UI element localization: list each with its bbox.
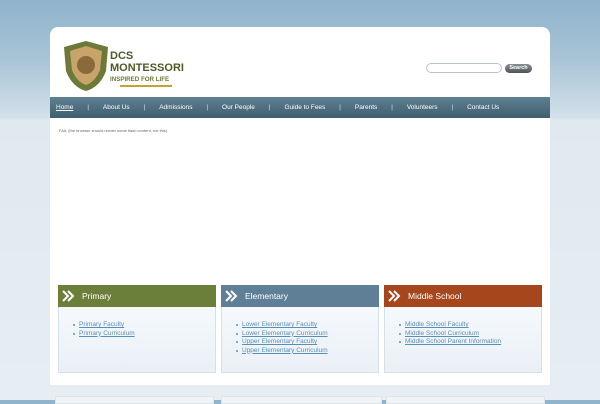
list-item: Lower Elementary Curriculum: [236, 330, 378, 339]
program-box-middle-school: Middle School Middle School Faculty Middle…: [384, 285, 542, 373]
list-item: Middle School Faculty: [399, 321, 541, 330]
program-box-elementary: Elementary Lower Elementary Faculty Lower …: [221, 285, 379, 373]
nav-item-volunteers[interactable]: Volunteers: [407, 104, 438, 111]
program-box-body: Middle School Faculty Middle School Curri…: [384, 307, 542, 373]
nav-separator: |: [143, 104, 146, 111]
program-box-title: Elementary: [245, 291, 288, 301]
program-link[interactable]: Upper Elementary Curriculum: [242, 347, 328, 354]
nav-separator: |: [451, 104, 454, 111]
list-item: Lower Elementary Faculty: [236, 321, 378, 330]
nav-separator: |: [268, 104, 271, 111]
logo-name-line2: MONTESSORI: [110, 62, 184, 74]
footer-strip: [386, 396, 545, 404]
nav-separator: |: [391, 104, 393, 111]
nav-item-about-us[interactable]: About Us: [103, 104, 130, 111]
program-box-header[interactable]: Primary: [58, 285, 216, 307]
main-navigation: Home | About Us | Admissions | Our People | Guid…: [50, 97, 550, 118]
search-button[interactable]: Search: [505, 63, 532, 73]
chevron-right-icon: [62, 290, 75, 302]
program-box-header[interactable]: Middle School: [384, 285, 542, 307]
list-item: Middle School Curriculum: [399, 330, 541, 339]
chevron-right-icon: [225, 290, 238, 302]
nav-item-guide-to-fees[interactable]: Guide to Fees: [284, 104, 325, 111]
nav-item-our-people[interactable]: Our People: [222, 104, 255, 111]
nav-separator: |: [87, 104, 89, 111]
nav-item-admissions[interactable]: Admissions: [159, 104, 192, 111]
footer-strip: [221, 396, 382, 404]
nav-separator: |: [206, 104, 209, 111]
list-item: Middle School Parent Information: [399, 338, 541, 347]
search-bar: Search: [426, 63, 532, 73]
program-box-body: Primary Faculty Primary Curriculum: [58, 307, 216, 373]
nav-separator: |: [339, 104, 341, 111]
nav-item-parents[interactable]: Parents: [355, 104, 377, 111]
program-box-primary: Primary Primary Faculty Primary Curriculum: [58, 285, 216, 373]
footer-strip: [55, 396, 214, 404]
program-link[interactable]: Middle School Parent Information: [405, 338, 501, 345]
list-item: Upper Elementary Faculty: [236, 338, 378, 347]
program-link-list: Middle School Faculty Middle School Curri…: [399, 321, 541, 347]
program-link-list: Lower Elementary Faculty Lower Elementary…: [236, 321, 378, 356]
list-item: Primary Faculty: [73, 321, 215, 330]
logo-name-line1: DCS: [110, 50, 133, 62]
program-link[interactable]: Middle School Faculty: [405, 321, 469, 328]
flash-fallback-text: FAIL (the browser should render some fla…: [59, 128, 169, 133]
chevron-right-icon: [388, 290, 401, 302]
program-link[interactable]: Lower Elementary Curriculum: [242, 330, 328, 337]
list-item: Upper Elementary Curriculum: [236, 347, 378, 356]
program-box-header[interactable]: Elementary: [221, 285, 379, 307]
list-item: Primary Curriculum: [73, 330, 215, 339]
program-link[interactable]: Primary Curriculum: [79, 330, 135, 337]
program-link[interactable]: Lower Elementary Faculty: [242, 321, 317, 328]
nav-item-home[interactable]: Home: [56, 104, 73, 111]
search-input[interactable]: [426, 63, 502, 73]
program-link-list: Primary Faculty Primary Curriculum: [73, 321, 215, 339]
page-container: DCS MONTESSORI INSPIRED FOR LIFE Search …: [50, 27, 550, 385]
logo-tagline: INSPIRED FOR LIFE: [110, 76, 169, 83]
nav-item-contact-us[interactable]: Contact Us: [467, 104, 499, 111]
program-link[interactable]: Middle School Curriculum: [405, 330, 479, 337]
program-link[interactable]: Upper Elementary Faculty: [242, 338, 317, 345]
program-box-title: Middle School: [408, 291, 462, 301]
program-link[interactable]: Primary Faculty: [79, 321, 124, 328]
dcs-montessori-logo[interactable]: DCS MONTESSORI INSPIRED FOR LIFE: [60, 41, 195, 91]
program-box-title: Primary: [82, 291, 112, 301]
program-box-body: Lower Elementary Faculty Lower Elementary…: [221, 307, 379, 373]
